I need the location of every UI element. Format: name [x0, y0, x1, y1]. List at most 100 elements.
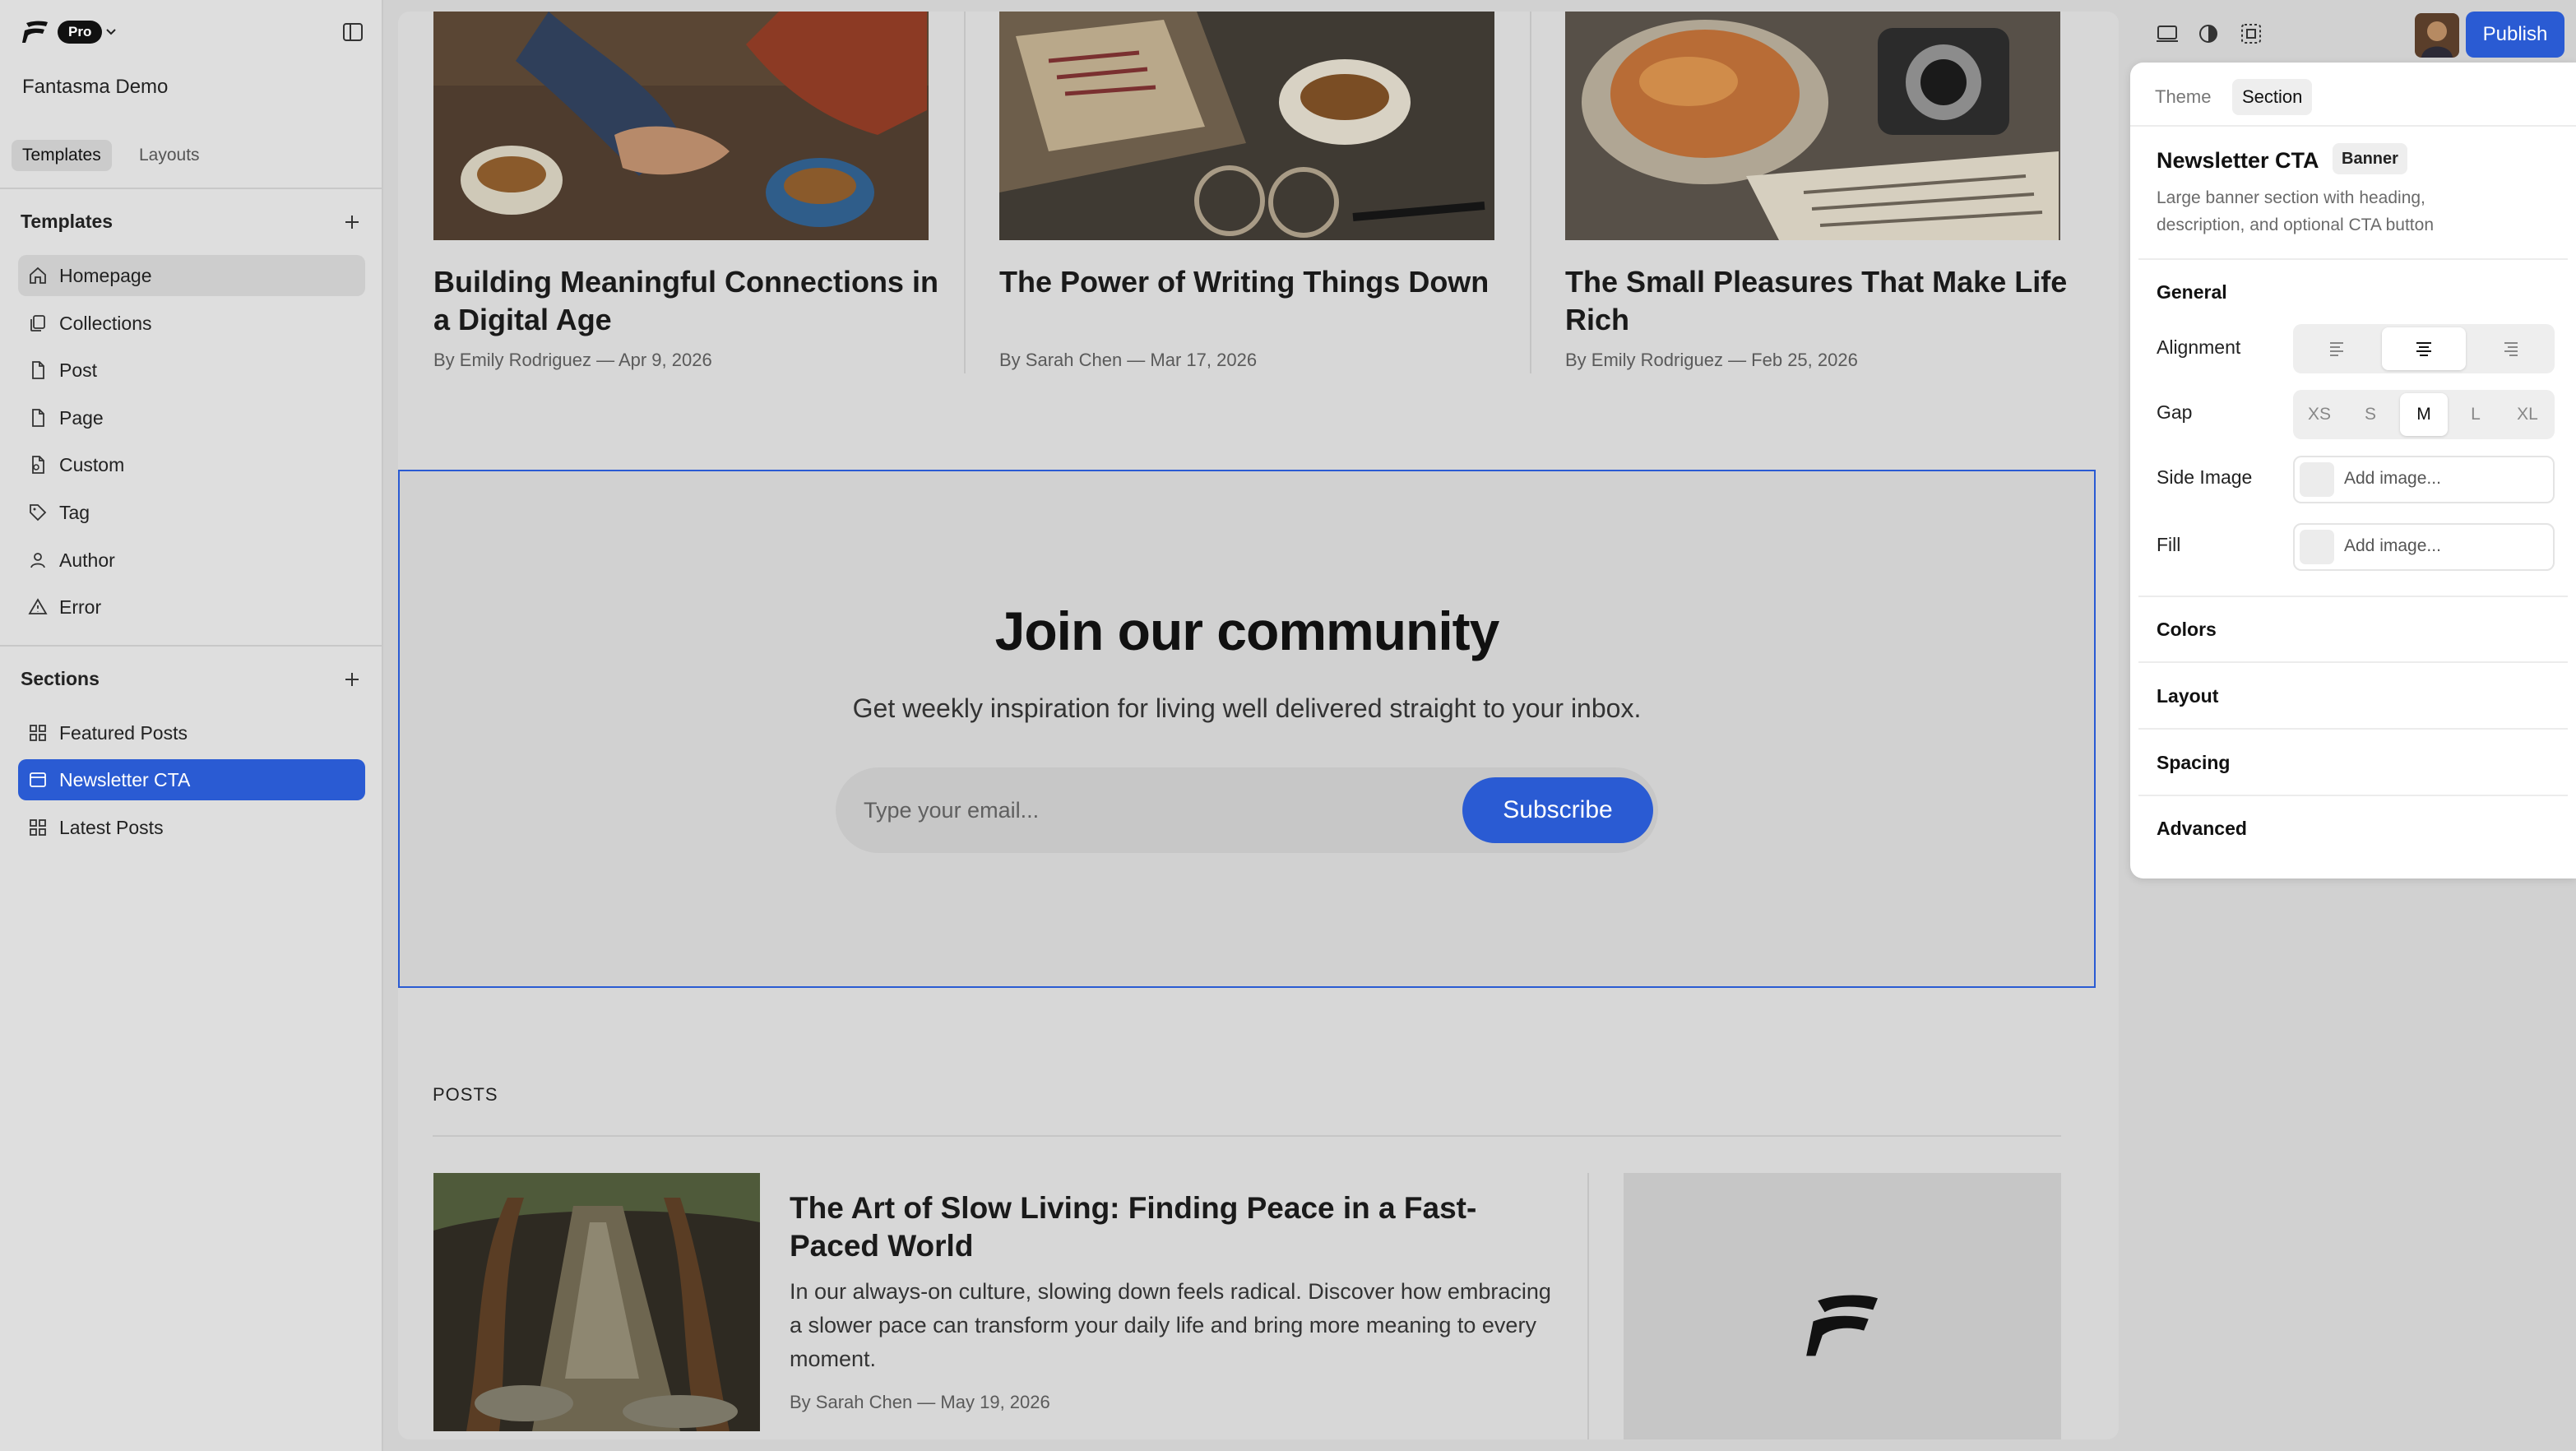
- panel-divider: [2138, 795, 2568, 796]
- tab-theme[interactable]: Theme: [2145, 79, 2221, 115]
- publish-button[interactable]: Publish: [2466, 12, 2564, 58]
- contrast-icon[interactable]: [2196, 21, 2221, 46]
- section-type-badge: Banner: [2333, 143, 2407, 174]
- fill-image-placeholder: Add image...: [2344, 536, 2441, 555]
- sidebar-item-error[interactable]: Error: [18, 586, 365, 628]
- gap-label: Gap: [2157, 401, 2193, 423]
- latest-post-image[interactable]: [433, 1173, 760, 1431]
- cta-heading: Join our community: [994, 600, 1500, 661]
- sidebar-item-featured-posts[interactable]: Featured Posts: [18, 712, 365, 753]
- grid-icon: [30, 725, 46, 741]
- tab-section[interactable]: Section: [2232, 79, 2313, 115]
- chevron-down-icon[interactable]: [104, 24, 118, 39]
- home-icon: [30, 267, 46, 284]
- column-divider: [964, 12, 966, 373]
- project-name[interactable]: Fantasma Demo: [22, 76, 168, 99]
- section-settings-panel: Theme Section Newsletter CTA Banner Larg…: [2130, 63, 2576, 878]
- tag-icon: [30, 504, 47, 522]
- side-image-picker[interactable]: Add image...: [2293, 456, 2555, 503]
- post-image-placeholder[interactable]: [1624, 1173, 2061, 1439]
- templates-heading: Templates: [21, 211, 114, 232]
- sidebar-item-custom[interactable]: Custom: [18, 444, 365, 485]
- colors-group[interactable]: Colors: [2157, 619, 2217, 641]
- sidebar-toggle-icon[interactable]: [341, 20, 365, 44]
- align-right-button[interactable]: [2469, 327, 2551, 370]
- device-preview-icon[interactable]: [2155, 21, 2180, 46]
- gap-option-xl[interactable]: XL: [2504, 393, 2551, 436]
- sidebar-item-homepage[interactable]: Homepage: [18, 255, 365, 296]
- add-section-icon[interactable]: [339, 666, 365, 693]
- gap-option-xs[interactable]: XS: [2296, 393, 2342, 436]
- fill-image-picker[interactable]: Add image...: [2293, 523, 2555, 571]
- still-life-image: [1565, 12, 2060, 240]
- forest-path-image: [433, 1173, 760, 1431]
- align-left-icon: [2330, 342, 2343, 356]
- gap-option-m[interactable]: M: [2400, 393, 2448, 436]
- align-right-icon: [2504, 342, 2518, 356]
- layout-group[interactable]: Layout: [2157, 685, 2218, 707]
- section-title: Newsletter CTA: [2157, 148, 2319, 173]
- panel-divider: [2138, 258, 2568, 260]
- panel-divider: [2138, 596, 2568, 597]
- avatar[interactable]: [2415, 13, 2459, 58]
- align-left-button[interactable]: [2296, 327, 2379, 370]
- sidebar-item-label: Page: [59, 406, 104, 429]
- sidebar-divider: [0, 645, 383, 647]
- advanced-group[interactable]: Advanced: [2157, 818, 2247, 840]
- image-swatch: [2300, 530, 2334, 564]
- sidebar-item-post[interactable]: Post: [18, 350, 365, 391]
- spacing-group[interactable]: Spacing: [2157, 752, 2230, 774]
- sidebar-item-label: Collections: [59, 312, 152, 334]
- featured-card-meta: By Sarah Chen — Mar 17, 2026: [999, 350, 1258, 370]
- general-heading[interactable]: General: [2157, 281, 2227, 304]
- logo-icon: [1806, 1295, 1878, 1356]
- tab-templates[interactable]: Templates: [12, 140, 112, 171]
- sidebar-item-collections[interactable]: Collections: [18, 303, 365, 344]
- posts-divider: [433, 1135, 2061, 1137]
- sidebar-item-tag[interactable]: Tag: [18, 492, 365, 533]
- sidebar-item-latest-posts[interactable]: Latest Posts: [18, 807, 365, 848]
- sidebar-item-label: Custom: [59, 453, 125, 475]
- column-divider: [1530, 12, 1531, 373]
- file-code-icon: [32, 456, 44, 474]
- sidebar-item-label: Newsletter CTA: [59, 768, 191, 790]
- featured-card-image[interactable]: [1565, 12, 2060, 240]
- logo-icon[interactable]: [21, 20, 49, 44]
- newsletter-cta-section[interactable]: Join our community Get weekly inspiratio…: [398, 470, 2096, 988]
- sidebar-item-label: Author: [59, 549, 115, 571]
- panel-divider: [2138, 661, 2568, 663]
- fill-label: Fill: [2157, 534, 2181, 555]
- featured-card-image[interactable]: [999, 12, 1494, 240]
- left-sidebar: Pro Fantasma Demo Templates Layouts Temp…: [0, 0, 383, 1451]
- tab-layouts[interactable]: Layouts: [128, 140, 211, 171]
- sidebar-item-newsletter-cta[interactable]: Newsletter CTA: [18, 759, 365, 800]
- email-input[interactable]: [864, 792, 1439, 828]
- sidebar-item-label: Homepage: [59, 264, 152, 286]
- sidebar-item-page[interactable]: Page: [18, 397, 365, 438]
- gap-option-l[interactable]: L: [2453, 393, 2499, 436]
- stack-icon: [30, 315, 45, 331]
- plan-badge[interactable]: Pro: [58, 21, 103, 44]
- latest-post-title[interactable]: The Art of Slow Living: Finding Peace in…: [790, 1189, 1563, 1265]
- newsletter-form: Subscribe: [836, 767, 1658, 853]
- alignment-label: Alignment: [2157, 336, 2241, 358]
- featured-card-title[interactable]: The Small Pleasures That Make Life Rich: [1565, 263, 2075, 339]
- tea-hands-image: [433, 12, 929, 240]
- featured-card-title[interactable]: Building Meaningful Connections in a Dig…: [433, 263, 943, 339]
- panel-divider: [2138, 728, 2568, 730]
- side-image-label: Side Image: [2157, 466, 2253, 488]
- gap-control: XS S M L XL: [2293, 390, 2555, 439]
- grid-icon: [30, 819, 46, 836]
- sections-heading: Sections: [21, 668, 100, 689]
- subscribe-button[interactable]: Subscribe: [1462, 777, 1653, 843]
- featured-card-image[interactable]: [433, 12, 929, 240]
- selection-icon[interactable]: [2239, 21, 2263, 46]
- sidebar-item-author[interactable]: Author: [18, 540, 365, 581]
- writing-desk-image: [999, 12, 1494, 240]
- gap-option-s[interactable]: S: [2347, 393, 2393, 436]
- align-center-button[interactable]: [2382, 327, 2466, 370]
- add-template-icon[interactable]: [339, 209, 365, 235]
- user-avatar-image: [2415, 13, 2459, 58]
- banner-icon: [30, 772, 46, 787]
- featured-card-title[interactable]: The Power of Writing Things Down: [999, 263, 1509, 301]
